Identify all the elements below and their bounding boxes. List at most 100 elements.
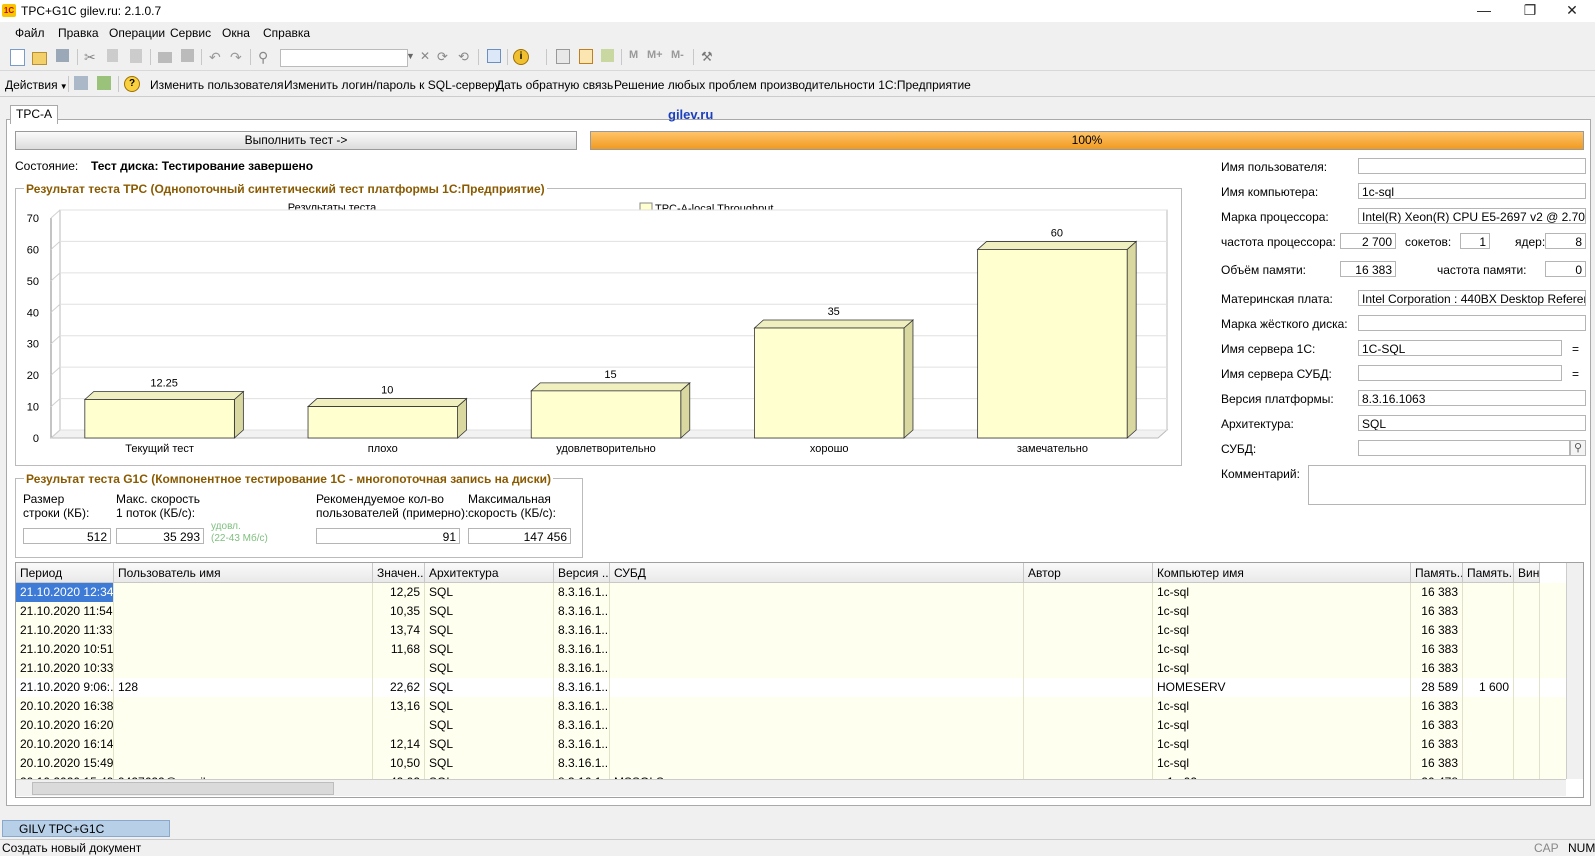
table-row[interactable]: 20.10.2020 15:49... 10,50 SQL 8.3.16.1... 1c… — [16, 754, 1566, 773]
table-cell: 16 383 — [1411, 754, 1463, 773]
copy-icon[interactable] — [107, 49, 118, 62]
max-total-field[interactable]: 147 456 — [468, 528, 571, 544]
column-header[interactable]: Память... — [1463, 563, 1514, 583]
save-icon[interactable] — [56, 49, 69, 62]
column-header[interactable]: Компьютер имя — [1153, 563, 1411, 583]
column-header[interactable]: Память... — [1411, 563, 1463, 583]
cpu-freq-field[interactable]: 2 700 — [1340, 233, 1396, 249]
toolbar-separator — [478, 49, 479, 65]
new-document-icon[interactable] — [10, 49, 25, 66]
users-icon[interactable] — [601, 49, 614, 62]
table-row[interactable]: 21.10.2020 10:51... 11,68 SQL 8.3.16.1... 1c… — [16, 640, 1566, 659]
user-field[interactable] — [1358, 158, 1586, 174]
minimize-icon[interactable]: — — [1461, 0, 1507, 22]
table-cell: 8.3.16.1... — [554, 754, 610, 773]
print-preview-icon[interactable] — [181, 49, 194, 62]
server-db-field[interactable] — [1358, 365, 1562, 381]
menu-operations[interactable]: Операции — [109, 26, 165, 40]
server-1c-field[interactable]: 1C-SQL — [1358, 340, 1562, 356]
table-cell — [1514, 697, 1540, 716]
cut-icon[interactable]: ✂ — [84, 49, 100, 65]
table-cell: 1c-sql — [1153, 621, 1411, 640]
taskbar-item[interactable]: GILV TPC+G1C — [2, 820, 170, 837]
table-cell: 8.3.16.1... — [554, 697, 610, 716]
site-link[interactable]: gilev.ru — [668, 107, 713, 122]
menu-edit[interactable]: Правка — [58, 26, 99, 40]
table-row[interactable]: 20.10.2020 16:38... 13,16 SQL 8.3.16.1... 1c… — [16, 697, 1566, 716]
table-row[interactable]: 21.10.2020 11:33... 13,74 SQL 8.3.16.1... 1c… — [16, 621, 1566, 640]
table-row[interactable]: 20.10.2020 16:14... 12,14 SQL 8.3.16.1... 1c… — [16, 735, 1566, 754]
column-header[interactable]: СУБД — [610, 563, 1024, 583]
table-row[interactable]: 21.10.2020 12:34... 12,25 SQL 8.3.16.1... 1c… — [16, 583, 1566, 602]
paste-icon[interactable] — [130, 49, 142, 63]
row-size-field[interactable]: 512 — [23, 528, 111, 544]
progress-bar: 100% — [590, 131, 1584, 150]
export-icon[interactable] — [97, 76, 111, 90]
memory-plus-icon[interactable]: M+ — [647, 49, 667, 65]
table-row[interactable]: 20.10.2020 16:20... SQL 8.3.16.1... 1c-sql 1… — [16, 716, 1566, 735]
max-speed-field[interactable]: 35 293 — [116, 528, 204, 544]
tools-icon[interactable]: ⚒ — [701, 49, 717, 65]
info-icon[interactable]: i — [513, 49, 529, 65]
search-icon[interactable]: ⚲ — [258, 49, 274, 65]
computer-field[interactable]: 1c-sql — [1358, 183, 1586, 199]
change-login-link[interactable]: Изменить логин/пароль к SQL-серверу — [284, 78, 501, 92]
horizontal-scrollbar[interactable] — [16, 779, 1566, 796]
calculator-icon[interactable] — [556, 49, 570, 64]
column-header[interactable]: Пользователь имя — [114, 563, 373, 583]
column-header[interactable]: Значен... — [373, 563, 425, 583]
memory-freq-field[interactable]: 0 — [1545, 261, 1586, 277]
table-row[interactable]: 21.10.2020 10:33... SQL 8.3.16.1... 1c-sql 1… — [16, 659, 1566, 678]
cpu-field[interactable]: Intel(R) Xeon(R) CPU E5-2697 v2 @ 2.70GH… — [1358, 208, 1586, 224]
tab-tpc-a[interactable]: TPC-A — [10, 105, 58, 124]
platform-field[interactable]: 8.3.16.1063 — [1358, 390, 1586, 406]
column-header[interactable]: Период — [16, 563, 114, 583]
sockets-field[interactable]: 1 — [1460, 233, 1490, 249]
memory-minus-icon[interactable]: M- — [671, 49, 691, 65]
solve-link[interactable]: Решение любых проблем производительности… — [614, 78, 971, 92]
undo-icon[interactable]: ↶ — [209, 49, 225, 65]
row-size-label-2: строки (КБ): — [23, 506, 90, 520]
cores-field[interactable]: 8 — [1545, 233, 1586, 249]
table-cell — [1463, 583, 1514, 602]
column-header[interactable]: Вин — [1514, 563, 1540, 583]
print-icon[interactable] — [158, 52, 172, 63]
menu-service[interactable]: Сервис — [170, 26, 211, 40]
table-row[interactable]: 21.10.2020 11:54... 10,35 SQL 8.3.16.1... 1c… — [16, 602, 1566, 621]
feedback-link[interactable]: Дать обратную связь — [496, 78, 613, 92]
find-next-icon[interactable]: ⟳ — [437, 49, 453, 65]
redo-icon[interactable]: ↷ — [230, 49, 246, 65]
find-prev-icon[interactable]: ⟲ — [458, 49, 474, 65]
menu-file[interactable]: Файл — [15, 26, 45, 40]
scrollbar-thumb[interactable] — [32, 782, 334, 795]
clear-icon[interactable]: ✕ — [420, 49, 436, 65]
windows-icon[interactable] — [487, 49, 501, 63]
menu-help[interactable]: Справка — [263, 26, 310, 40]
change-user-link[interactable]: Изменить пользователя — [150, 78, 283, 92]
open-folder-icon[interactable] — [32, 52, 47, 65]
list-icon[interactable] — [74, 76, 88, 90]
column-header[interactable]: Архитектура — [425, 563, 554, 583]
actions-menu-button[interactable]: Действия ▼ — [5, 78, 68, 92]
run-test-button[interactable]: Выполнить тест -> — [15, 131, 577, 150]
column-header[interactable]: Автор — [1024, 563, 1153, 583]
disk-field[interactable] — [1358, 315, 1586, 331]
comment-field[interactable] — [1308, 465, 1586, 505]
bar-side — [903, 319, 914, 439]
close-icon[interactable]: ✕ — [1549, 0, 1595, 22]
vertical-scrollbar[interactable] — [1566, 563, 1583, 779]
search-input[interactable] — [280, 49, 408, 67]
table-row[interactable]: 21.10.2020 9:06:... 128 22,62 SQL 8.3.16.1..… — [16, 678, 1566, 697]
arch-field[interactable]: SQL — [1358, 415, 1586, 431]
dbms-field[interactable] — [1358, 440, 1570, 456]
menu-windows[interactable]: Окна — [222, 26, 250, 40]
search-icon[interactable]: ⚲ — [1570, 440, 1586, 456]
restore-icon[interactable]: ❐ — [1507, 0, 1553, 22]
memory-field[interactable]: 16 383 — [1340, 261, 1396, 277]
rec-users-field[interactable]: 91 — [316, 528, 460, 544]
column-header[interactable]: Версия ... — [554, 563, 610, 583]
help-icon[interactable]: ? — [124, 76, 140, 92]
motherboard-field[interactable]: Intel Corporation : 440BX Desktop Refere… — [1358, 290, 1586, 306]
calendar-icon[interactable] — [579, 49, 593, 64]
memory-icon[interactable]: M — [629, 49, 645, 65]
